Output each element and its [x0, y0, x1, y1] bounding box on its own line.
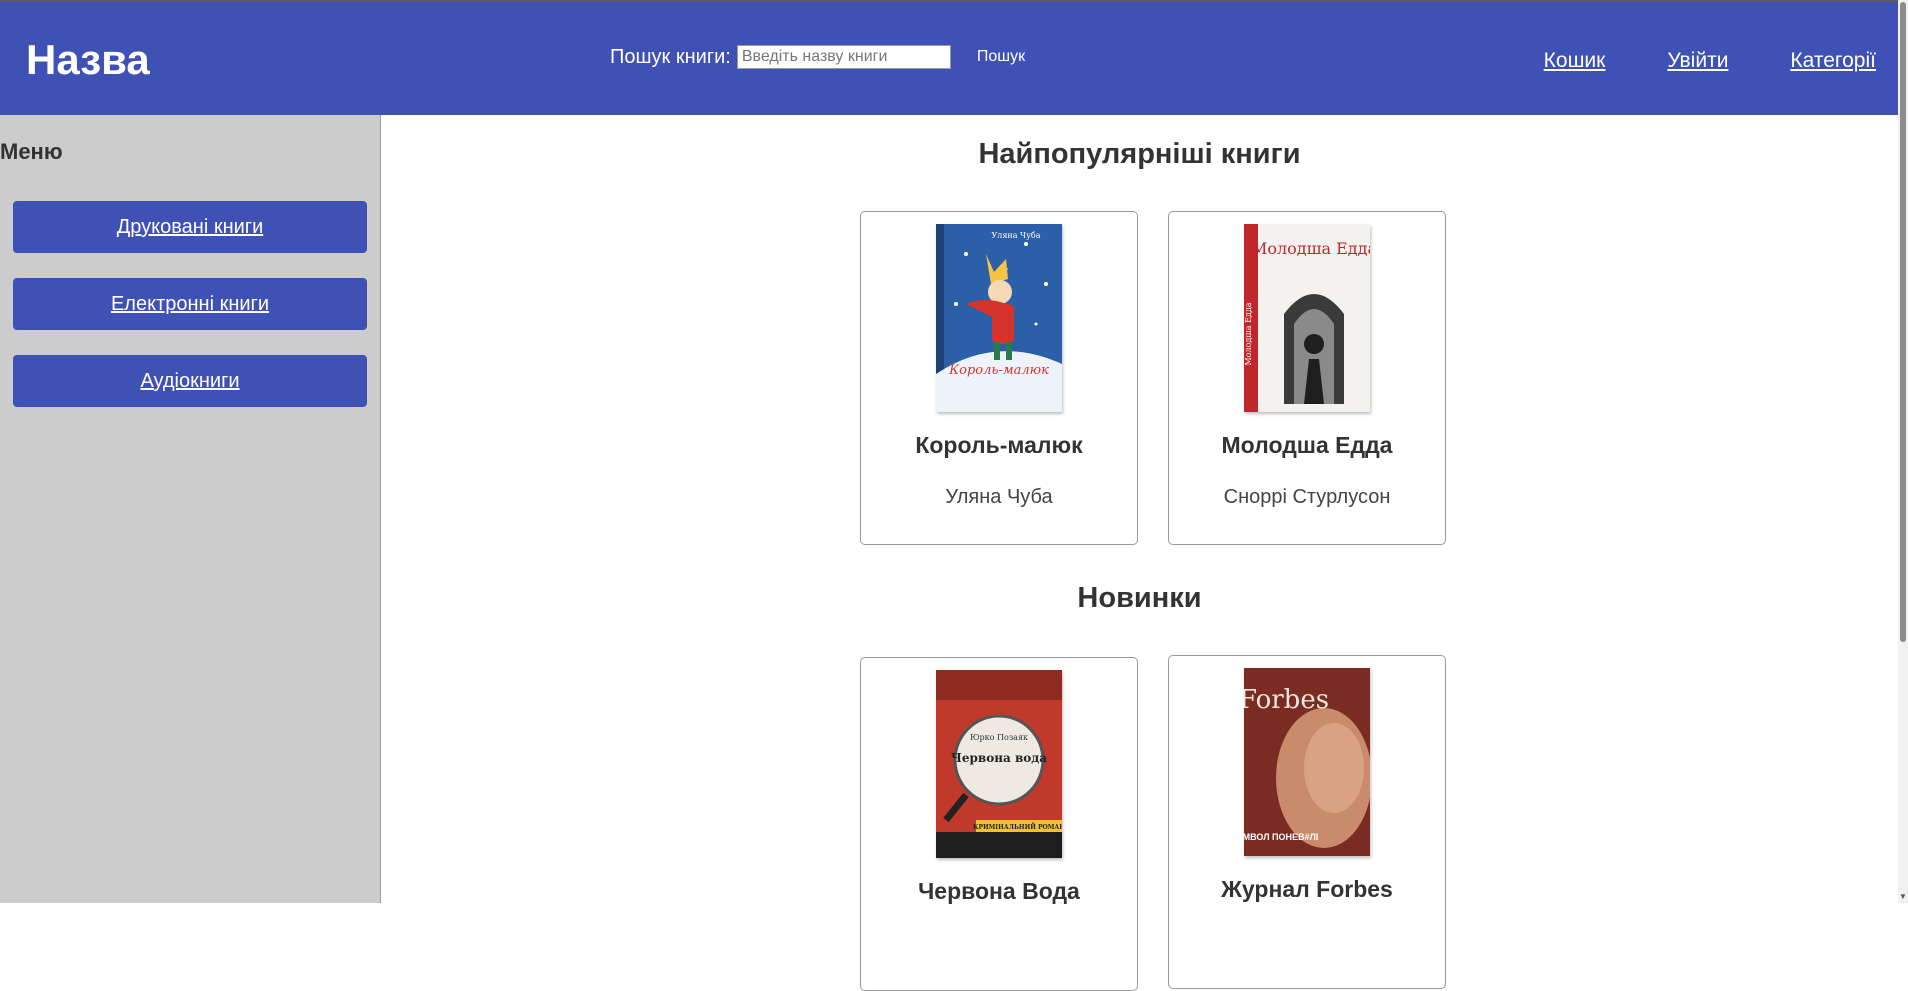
sidebar-item-audiobooks[interactable]: Аудіокниги	[13, 355, 367, 407]
book-title[interactable]: Журнал Forbes	[1169, 876, 1445, 903]
book-author: Сноррі Стурлусон	[1223, 486, 1391, 508]
section-title-new: Новинки	[1077, 582, 1202, 614]
main-content: Найпопулярніші книги Король-малюк Уляна …	[381, 115, 1898, 991]
book-title[interactable]: Молодша Едда	[1169, 432, 1445, 459]
book-author: Уляна Чуба	[945, 486, 1053, 508]
cover-strip-text: КРИМІНАЛЬНИЙ РОМАН	[973, 823, 1062, 831]
page-scrollbar[interactable]: ▼	[1898, 0, 1908, 903]
site-header: Назва Пошук книги: Пошук Кошик Увійти Ка…	[0, 2, 1898, 115]
cover-title-text: Король-малюк	[948, 363, 1049, 378]
cover-title-text: Forbes	[1244, 685, 1329, 715]
search-label: Пошук книги:	[610, 45, 731, 68]
section-title-popular: Найпопулярніші книги	[978, 138, 1301, 170]
cover-author-text: Уляна Чуба	[991, 231, 1040, 240]
book-cover-image[interactable]: Король-малюк Уляна Чуба	[936, 224, 1062, 412]
search-input[interactable]	[736, 45, 951, 69]
sidebar: Меню Друковані книги Електронні книги Ау…	[0, 115, 381, 903]
scroll-down-arrow-icon[interactable]: ▼	[1899, 892, 1907, 901]
cover-headline-text: СИМВОЛ ПОНЕВ#ЛІ	[1244, 832, 1318, 842]
sidebar-item-ebooks[interactable]: Електронні книги	[13, 278, 367, 330]
nav-cart-link[interactable]: Кошик	[1544, 49, 1606, 73]
book-title[interactable]: Червона Вода	[861, 878, 1137, 905]
book-cover-image[interactable]: Forbes СИМВОЛ ПОНЕВ#ЛІ	[1244, 668, 1370, 856]
cover-spine-text: Молодша Едда	[1244, 302, 1253, 365]
book-card[interactable]: Юрко Позаяк Червона вода КРИМІНАЛЬНИЙ РО…	[860, 657, 1138, 991]
book-card[interactable]: Молодша Едда Молодша Едда Молодша Едда С…	[1168, 211, 1446, 545]
sidebar-item-printed-books[interactable]: Друковані книги	[13, 201, 367, 253]
search-bar: Пошук книги: Пошук	[610, 45, 1025, 69]
header-nav: Кошик Увійти Категорії	[1544, 49, 1876, 73]
site-logo[interactable]: Назва	[26, 36, 150, 84]
cover-title-text: Червона вода	[951, 751, 1047, 765]
book-card[interactable]: Forbes СИМВОЛ ПОНЕВ#ЛІ Журнал Forbes	[1168, 655, 1446, 989]
nav-login-link[interactable]: Увійти	[1667, 49, 1728, 73]
book-cover-image[interactable]: Молодша Едда Молодша Едда	[1244, 224, 1370, 412]
sidebar-title: Меню	[0, 139, 63, 164]
book-cover-image[interactable]: Юрко Позаяк Червона вода КРИМІНАЛЬНИЙ РО…	[936, 670, 1062, 858]
nav-categories-link[interactable]: Категорії	[1790, 49, 1876, 73]
book-card[interactable]: Король-малюк Уляна Чуба Король-малюк Уля…	[860, 211, 1138, 545]
search-button[interactable]: Пошук	[977, 48, 1025, 66]
book-title[interactable]: Король-малюк	[861, 432, 1137, 459]
cover-author-text: Юрко Позаяк	[970, 733, 1028, 742]
cover-title-text: Молодша Едда	[1251, 239, 1370, 258]
scrollbar-thumb[interactable]	[1900, 2, 1906, 642]
